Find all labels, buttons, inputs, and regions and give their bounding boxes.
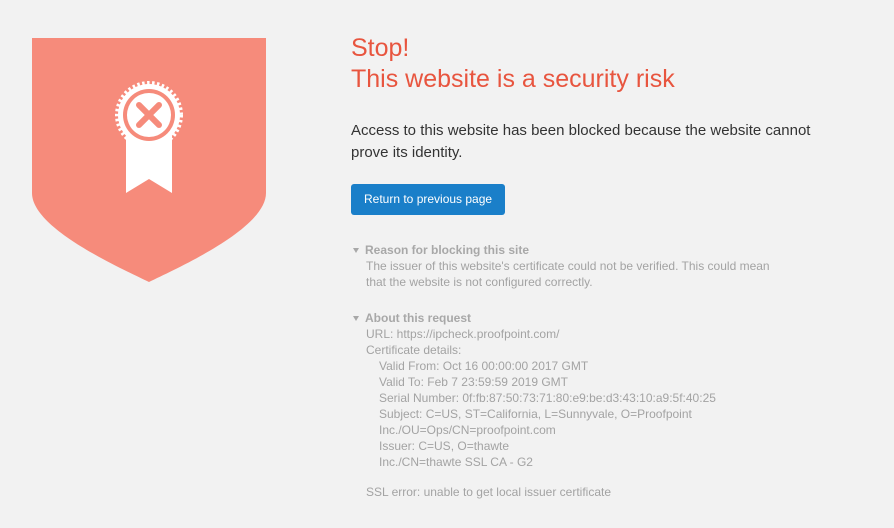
valid-to: Valid To: Feb 7 23:59:59 2019 GMT (379, 375, 569, 389)
subject-line-2: Inc./OU=Ops/CN=proofpoint.com (379, 423, 556, 437)
subject-line-1: Subject: C=US, ST=California, L=Sunnyval… (379, 407, 692, 421)
stop-heading: Stop! (351, 34, 410, 62)
request-details: URL: https://ipcheck.proofpoint.com/ Cer… (366, 326, 871, 500)
cert-details: Valid From: Oct 16 00:00:00 2017 GMT Val… (379, 358, 871, 470)
return-button[interactable]: Return to previous page (351, 184, 506, 215)
main-content: Stop! This website is a security risk Ac… (351, 33, 871, 500)
chevron-down-icon (353, 247, 359, 253)
reason-header: Reason for blocking this site (365, 243, 530, 257)
badge-x-icon (115, 81, 183, 193)
serial-number: Serial Number: 0f:fb:87:50:73:71:80:e9:b… (379, 391, 716, 405)
block-page: Stop! This website is a security risk Ac… (0, 0, 894, 528)
chevron-down-icon (353, 315, 359, 321)
reason-toggle[interactable]: Reason for blocking this site (353, 242, 871, 258)
request-section: About this request URL: https://ipcheck.… (351, 310, 871, 500)
reason-text: The issuer of this website's certificate… (366, 259, 770, 289)
issuer-line-1: Issuer: C=US, O=thawte (379, 439, 510, 453)
url-line: URL: https://ipcheck.proofpoint.com/ (366, 327, 560, 341)
block-message: Access to this website has been blocked … (351, 122, 811, 161)
certificate-label: Certificate details: (366, 343, 462, 357)
request-header: About this request (365, 311, 472, 325)
shield-icon (32, 38, 266, 282)
issuer-line-2: Inc./CN=thawte SSL CA - G2 (379, 455, 533, 469)
request-toggle[interactable]: About this request (353, 310, 871, 326)
reason-section: Reason for blocking this site The issuer… (351, 242, 871, 290)
page-title: This website is a security risk (351, 65, 675, 93)
valid-from: Valid From: Oct 16 00:00:00 2017 GMT (379, 359, 589, 373)
ssl-error: SSL error: unable to get local issuer ce… (366, 485, 612, 499)
